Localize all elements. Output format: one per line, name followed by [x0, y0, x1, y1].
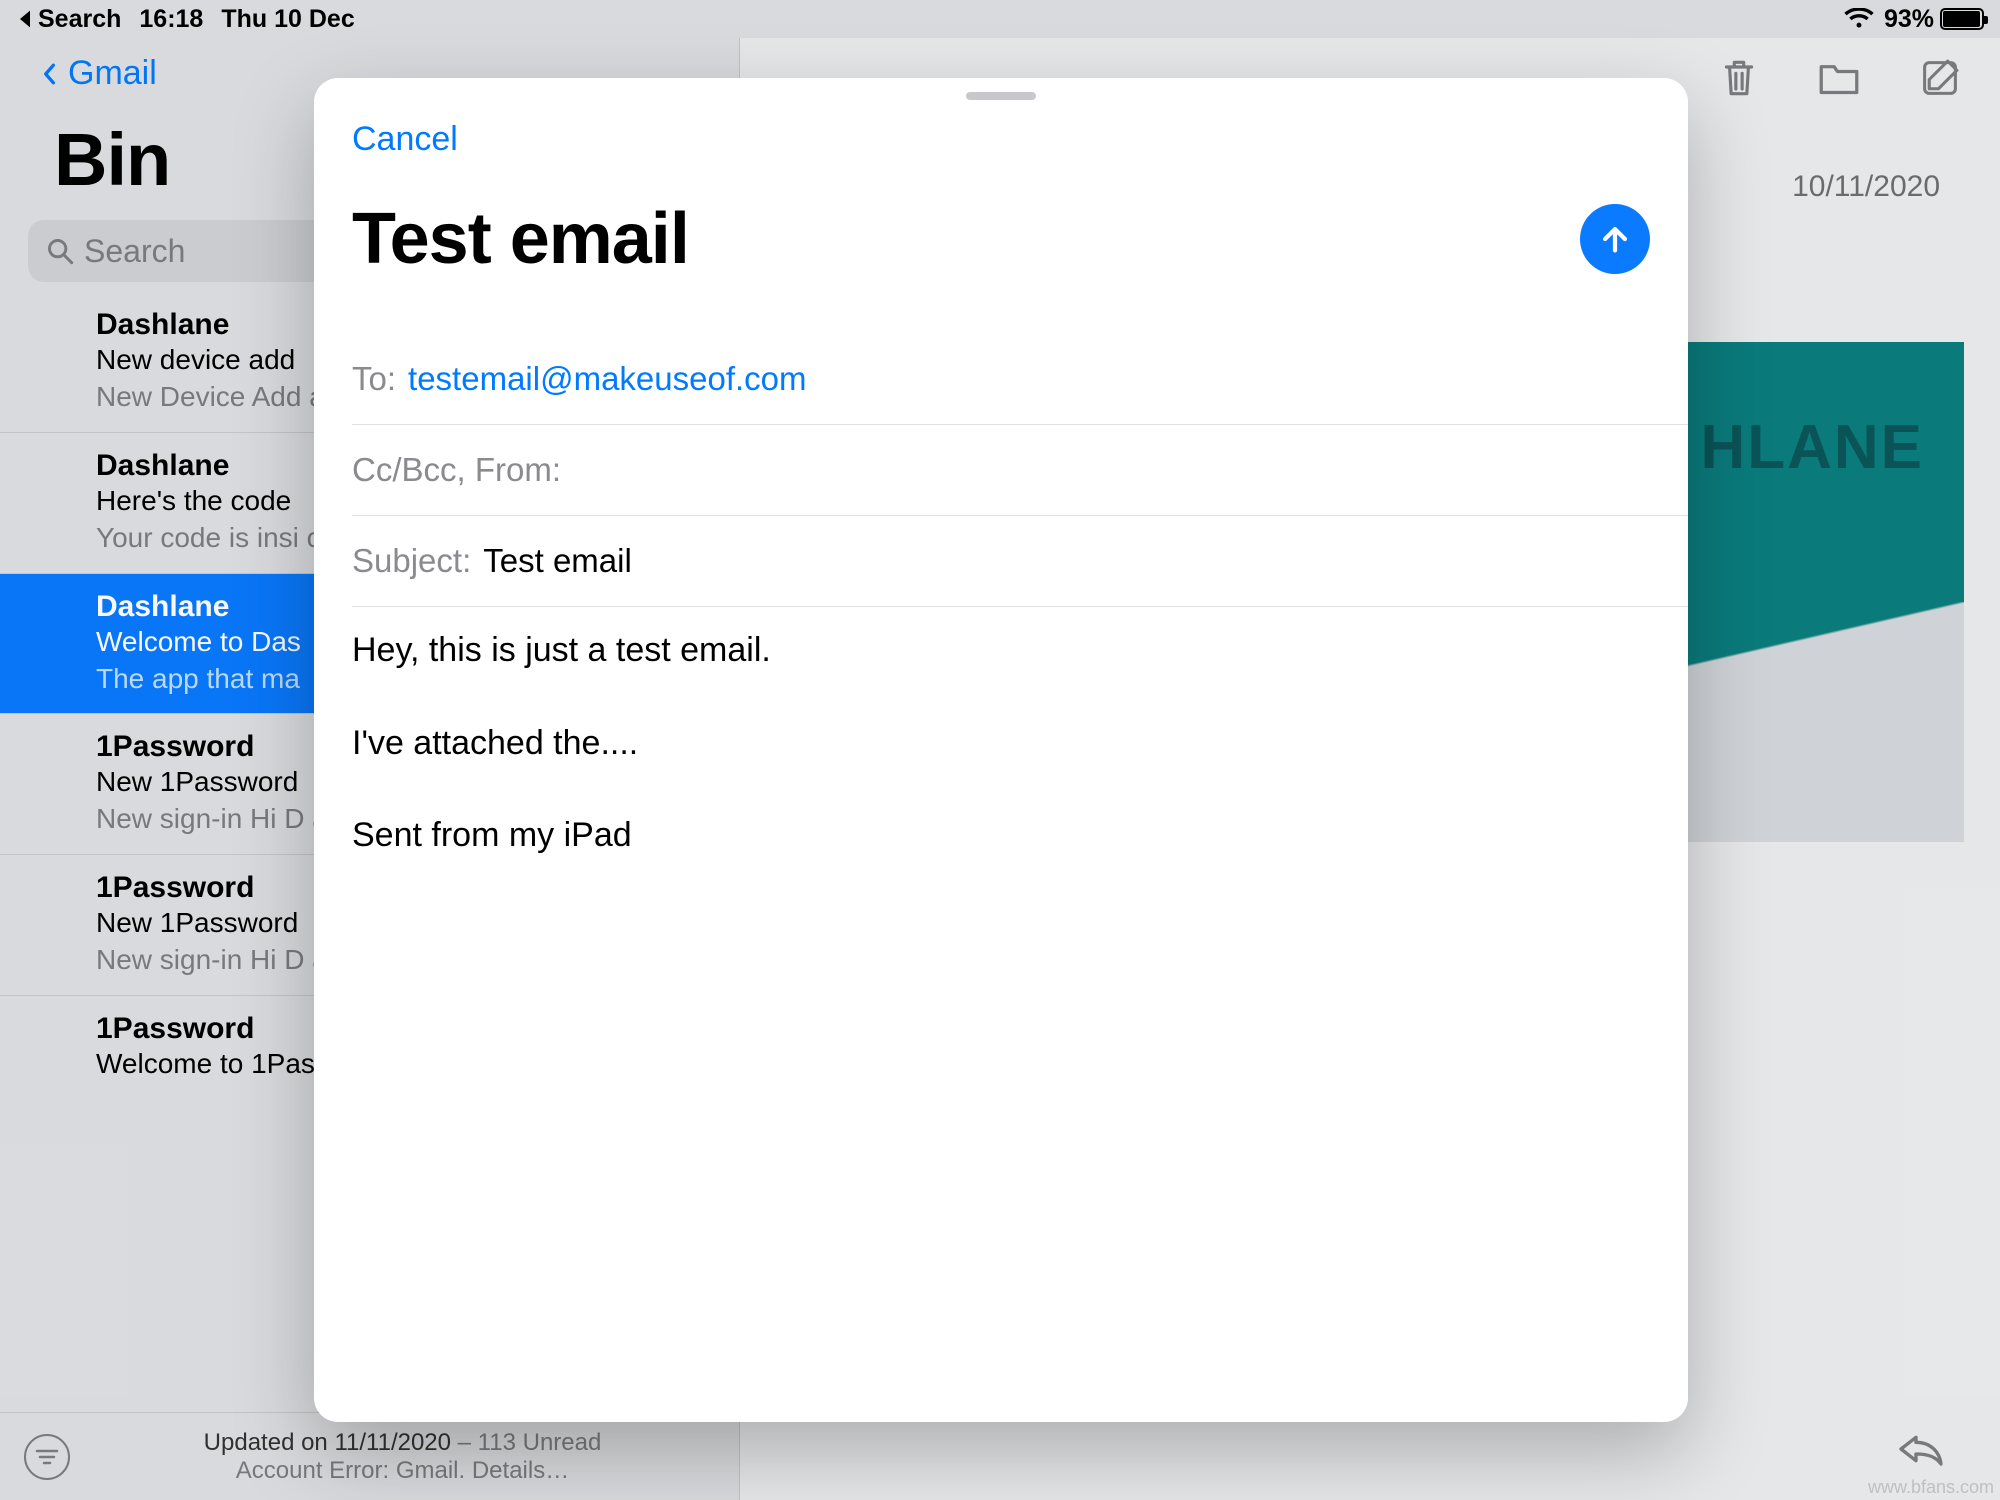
cancel-button[interactable]: Cancel — [352, 120, 458, 159]
to-label: To: — [352, 360, 396, 398]
sheet-grabber[interactable] — [966, 92, 1036, 100]
arrow-up-icon — [1598, 222, 1632, 256]
ccbcc-label: Cc/Bcc, From: — [352, 451, 561, 489]
subject-value: Test email — [483, 542, 632, 580]
ccbcc-field[interactable]: Cc/Bcc, From: — [352, 425, 1688, 516]
body-signature: Sent from my iPad — [352, 803, 1650, 868]
compose-body[interactable]: Hey, this is just a test email. I've att… — [352, 618, 1650, 896]
watermark: www.bfans.com — [1868, 1477, 1994, 1498]
subject-field[interactable]: Subject: Test email — [352, 516, 1688, 607]
send-button[interactable] — [1580, 204, 1650, 274]
body-line-1: Hey, this is just a test email. — [352, 618, 1650, 683]
compose-title: Test email — [352, 198, 689, 280]
body-line-2: I've attached the.... — [352, 711, 1650, 776]
compose-sheet: Cancel Test email To: testemail@makeuseo… — [314, 78, 1688, 1422]
to-value[interactable]: testemail@makeuseof.com — [408, 360, 806, 398]
to-field[interactable]: To: testemail@makeuseof.com — [352, 334, 1688, 425]
subject-label: Subject: — [352, 542, 471, 580]
